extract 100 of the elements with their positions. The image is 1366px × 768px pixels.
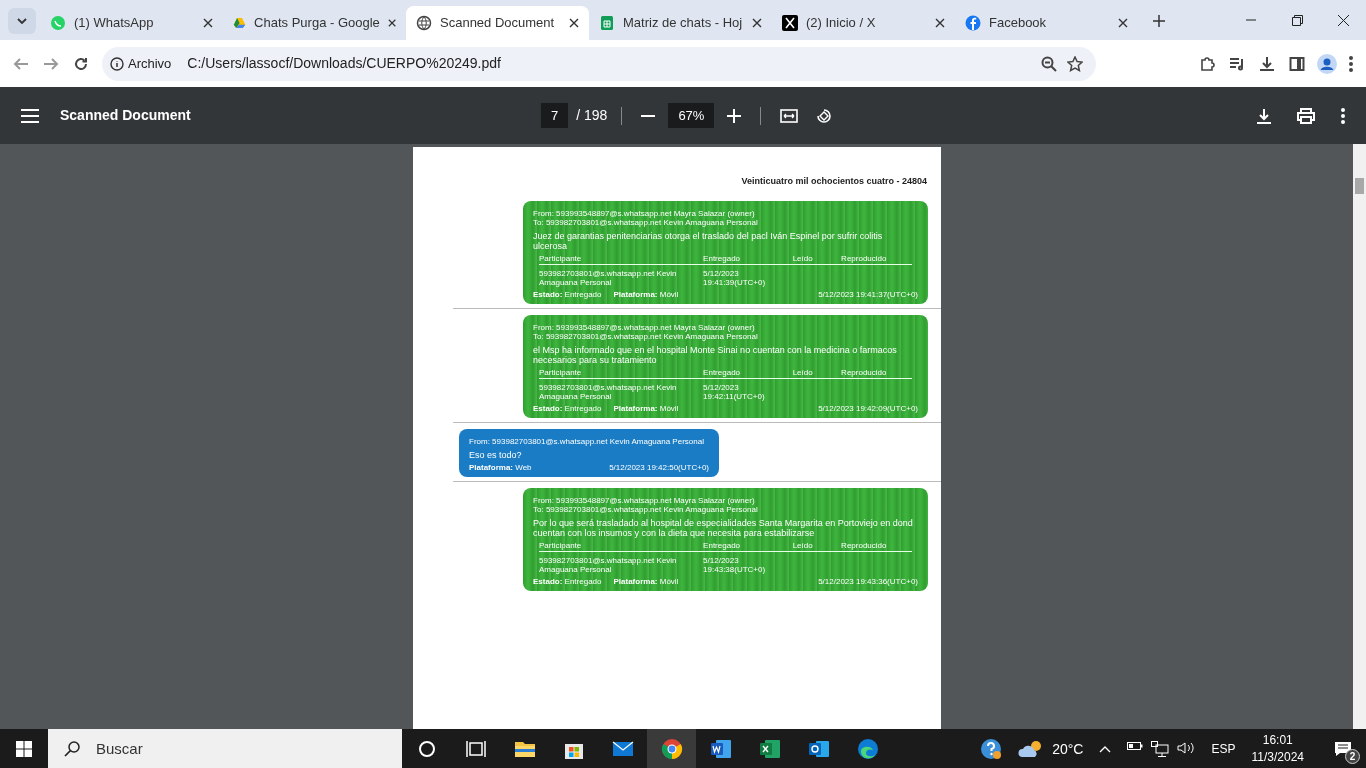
speaker-icon[interactable] [1177, 741, 1196, 755]
spreadsheet-icon [599, 15, 615, 31]
message-text: Por lo que será trasladado al hospital de especialidades Santa Margarita en Portoviejo en dond cuentan con los insumos y con la dieta que necesita para estabilizarse [533, 517, 914, 538]
site-info-label[interactable]: Archivo [128, 53, 172, 74]
help-icon[interactable] [980, 738, 1003, 760]
column-header: Entregado [703, 367, 793, 379]
table-cell-text: 5/12/2023 19:42:11(UTC+0) [703, 381, 766, 401]
star-icon[interactable] [1067, 55, 1083, 72]
rotate-icon[interactable] [816, 107, 833, 124]
browser-tab[interactable]: Chats Purga - Google [223, 6, 406, 40]
clock-time[interactable]: 16:01 [1251, 732, 1304, 749]
clock-date[interactable]: 11/3/2024 [1251, 749, 1304, 766]
browser-tab[interactable]: Matriz de chats - Hoj [589, 6, 772, 40]
info-icon [110, 56, 124, 71]
scrollbar[interactable] [1353, 144, 1366, 729]
document-title: Scanned Document [60, 106, 191, 125]
browser-tab[interactable]: Scanned Document [406, 6, 589, 40]
chrome-icon[interactable] [659, 737, 684, 761]
download-icon[interactable] [1259, 55, 1275, 72]
reload-icon[interactable] [73, 55, 89, 72]
temperature-text: 20°C [1052, 739, 1084, 759]
close-icon[interactable] [1118, 18, 1128, 28]
chat-bubble-icon [50, 15, 66, 31]
close-icon[interactable] [387, 18, 396, 28]
message-icon[interactable] [1334, 741, 1352, 757]
message-timestamp: 5/12/2023 19:42:50(UTC+0) [609, 462, 709, 472]
zoom-level-field[interactable]: 67% [668, 102, 715, 129]
caret-up-icon[interactable] [1099, 745, 1112, 753]
triangle-icon [233, 15, 247, 31]
edge-browser-icon[interactable] [855, 737, 880, 761]
status-text: Estado: Entregado [533, 403, 602, 413]
recipient-text: To: 593982703801@s.whatsapp.net Kevin Amaguana Personal [533, 504, 759, 514]
search-icon [64, 741, 80, 757]
table-cell-text: 5/12/2023 19:43:38(UTC+0) [703, 554, 767, 574]
input-language-indicator[interactable]: ESP [1211, 740, 1236, 758]
status-text: Estado: Entregado [533, 289, 602, 299]
column-header: Reproducido [841, 367, 912, 379]
close-icon[interactable] [203, 18, 213, 28]
close-icon[interactable] [752, 18, 762, 28]
url-text: C:/Users/lassocf/Downloads/CUERPO%20249.pdf [187, 54, 502, 73]
column-header: Reproducido [841, 253, 912, 265]
notification-count-badge: 2 [1345, 749, 1360, 764]
platform-text: Plataforma: Web [469, 462, 532, 472]
message-text: Juez de garantias penitenciarias otorga el traslado del pacl Iván Espinel por sufrir colitis ulcerosa [533, 230, 884, 251]
column-header: Participante [539, 253, 704, 265]
browser-tab[interactable]: Facebook [955, 6, 1138, 40]
column-header: Leído [792, 540, 842, 552]
caret-down-icon[interactable] [17, 18, 27, 24]
page-header-text: Veinticuatro mil ochocientos cuatro - 24804 [740, 175, 928, 188]
table-cell-text: 593982703801@s.whatsapp.net Kevin Amaguana Personal [539, 381, 678, 401]
sender-text: From: 593993548897@s.whatsapp.net Mayra Salazar (owner) [533, 322, 755, 332]
page-count: / 198 [576, 106, 608, 125]
column-header: Entregado [703, 540, 793, 552]
message-timestamp: 5/12/2023 19:41:37(UTC+0) [818, 289, 918, 299]
tab-search-button[interactable] [8, 8, 36, 34]
battery-icon[interactable] [1127, 741, 1144, 751]
plus-icon[interactable] [1153, 15, 1165, 27]
side-panel-icon[interactable] [1289, 55, 1305, 72]
message-timestamp: 5/12/2023 19:42:09(UTC+0) [818, 403, 918, 413]
arrow-left-icon[interactable] [13, 55, 29, 72]
address-bar[interactable]: Archivo C:/Users/lassocf/Downloads/CUERPO%20249.pdf [102, 46, 1096, 81]
w-document-icon[interactable] [708, 737, 733, 761]
printer-icon[interactable] [1297, 107, 1315, 124]
table-cell-text: 593982703801@s.whatsapp.net Kevin Amaguana Personal [539, 554, 678, 574]
column-header: Participante [539, 540, 704, 552]
column-header: Participante [539, 367, 704, 379]
close-icon[interactable] [1337, 14, 1349, 26]
arrow-right-icon[interactable] [43, 55, 59, 72]
message-text: el Msp ha informado que en el hospital Monte Sinai no cuentan con la medicina o farmacos necesarios para su tratamiento [533, 344, 898, 365]
platform-text: Plataforma: Móvil [613, 576, 679, 586]
browser-tab[interactable]: (2) Inicio / X [772, 6, 955, 40]
table-cell-text: 5/12/2023 19:41:39(UTC+0) [703, 267, 767, 287]
weather-widget[interactable]: 20°C [1018, 738, 1084, 760]
recipient-text: To: 593982703801@s.whatsapp.net Kevin Amaguana Personal [533, 331, 759, 341]
puzzle-piece-icon[interactable] [1199, 55, 1215, 72]
browser-tab[interactable]: (1) WhatsApp [40, 6, 223, 40]
music-list-icon[interactable] [1229, 55, 1245, 72]
column-header: Entregado [703, 253, 793, 265]
message-text: Eso es todo? [469, 449, 523, 460]
restore-icon[interactable] [1291, 14, 1303, 26]
more-icon[interactable] [1349, 55, 1353, 72]
close-icon[interactable] [935, 18, 945, 28]
magnifier-icon[interactable] [1041, 55, 1057, 72]
close-icon[interactable] [569, 18, 579, 28]
x-logo-icon [782, 15, 798, 31]
column-header: Leído [792, 367, 842, 379]
table-cell-text: 593982703801@s.whatsapp.net Kevin Amaguana Personal [539, 267, 678, 287]
page-number-field[interactable]: 7 [541, 102, 569, 129]
message-timestamp: 5/12/2023 19:43:36(UTC+0) [818, 576, 918, 586]
taskbar-search-field[interactable]: Buscar [48, 729, 402, 768]
globe-icon [416, 15, 432, 31]
network-icon[interactable] [1151, 741, 1170, 757]
notification-center-button[interactable]: 2 [1328, 734, 1358, 764]
column-header: Leído [792, 253, 842, 265]
recipient-text: To: 593982703801@s.whatsapp.net Kevin Amaguana Personal [533, 217, 759, 227]
menu-icon[interactable] [21, 108, 39, 123]
column-header: Reproducido [841, 540, 912, 552]
more-icon[interactable] [1341, 107, 1345, 124]
fit-width-icon[interactable] [780, 108, 799, 123]
x-spreadsheet-icon[interactable] [757, 737, 782, 761]
